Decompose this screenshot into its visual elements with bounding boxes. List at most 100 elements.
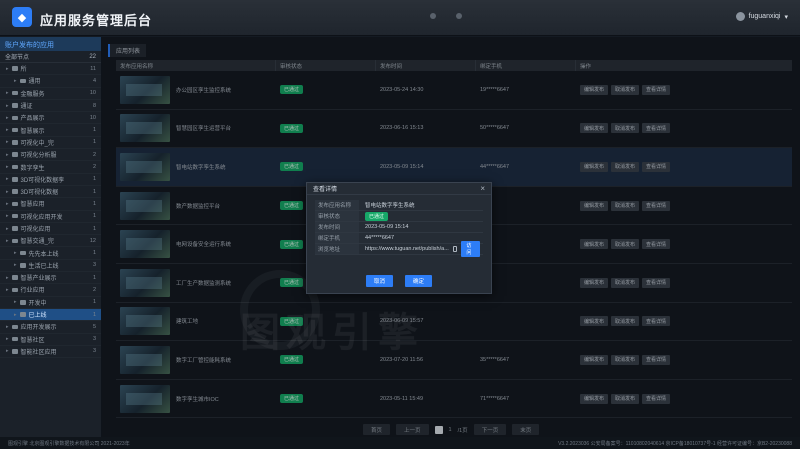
chevron-right-icon[interactable]: ▸ [6,348,9,354]
field-value: 2023-05-09 15:14 [365,224,409,230]
chevron-right-icon[interactable]: ▸ [6,201,9,207]
chevron-right-icon[interactable]: ▸ [6,66,9,72]
sidebar-item[interactable]: ▸ 智慧产业展示 1 [0,272,101,285]
sidebar-item-label: 可视化应用 [20,227,51,233]
sidebar-item-label: 3D可视化数据孪 [20,177,65,184]
sidebar-item-left: ▸ 智慧产业展示 [6,273,57,283]
close-icon[interactable]: × [480,184,485,193]
open-url-button[interactable]: 访问 [461,241,480,257]
chevron-right-icon[interactable]: ▸ [14,299,17,305]
sidebar-item[interactable]: ▸ 产品展示 10 [0,112,101,125]
chevron-right-icon[interactable]: ▸ [14,250,17,256]
sidebar-item-left: ▸ 3D可视化数据 [6,187,59,197]
chevron-right-icon[interactable]: ▸ [6,139,9,145]
modal-field-url: 浏览地址 https://www.tuguan.net/publish/a...… [315,241,483,257]
sidebar-item[interactable]: ▸ 可视化应用开发 1 [0,211,101,223]
folder-icon [11,115,18,121]
folder-icon [19,300,26,305]
folder-icon [11,213,18,219]
sidebar-item[interactable]: ▸ 可视化应用 1 [0,223,101,236]
chevron-right-icon[interactable]: ▸ [14,312,17,318]
url-text: https://www.tuguan.net/publish/a... [365,246,449,252]
chevron-right-icon[interactable]: ▸ [6,164,9,170]
sidebar-item[interactable]: ▸ 智慧展示 1 [0,124,101,137]
sidebar-item[interactable]: ▸ 生活已上线 3 [0,260,101,273]
cancel-button[interactable]: 取消 [365,275,393,287]
sidebar-item-left: ▸ 可视化分析服 [6,150,57,160]
sidebar-item[interactable]: ▸ 金融服务 10 [0,88,101,100]
sidebar-item[interactable]: ▸ 开发中 1 [0,297,101,309]
field-label: 发布应用名称 [315,200,359,210]
sidebar-item[interactable]: ▸ 行业应用 2 [0,284,101,297]
sidebar-item[interactable]: ▸ 所 11 [0,63,101,76]
app-logo-icon: ◆ [12,7,32,27]
sidebar-item-label: 通证 [20,104,33,111]
sidebar-item[interactable]: ▸ 通证 8 [0,100,101,113]
sidebar-item-left: ▸ 可视化应用 [6,224,51,234]
folder-icon [11,349,18,354]
chevron-right-icon[interactable]: ▸ [6,103,9,109]
sidebar-item-label: 所 [20,67,27,74]
chevron-right-icon[interactable]: ▸ [6,275,9,281]
chevron-right-icon[interactable]: ▸ [6,115,9,121]
sidebar-item[interactable]: ▸ 智慧应用 1 [0,198,101,211]
sidebar-all-nodes[interactable]: 全部节点 22 [0,51,101,63]
modal-field-time: 发布时间 2023-05-09 15:14 [315,222,483,233]
sidebar-item-label: 行业应用 [20,288,45,295]
sidebar-item[interactable]: ▸ 可视化分析服 2 [0,149,101,162]
sidebar-item-left: ▸ 开发中 [14,298,47,307]
sidebar-item-label: 产品展示 [20,116,45,123]
chevron-right-icon[interactable]: ▸ [6,176,9,182]
folder-icon [11,324,18,330]
sidebar-item-count: 1 [92,139,96,146]
sidebar-item-label: 可视化中_完 [20,140,54,147]
sidebar-item-label: 通用 [28,79,41,86]
chevron-right-icon[interactable]: ▸ [6,324,9,330]
folder-icon [11,152,18,157]
sidebar-item[interactable]: ▸ 可视化中_完 1 [0,137,101,150]
folder-icon [11,336,18,342]
sidebar-item-label: 3D可视化数据 [20,190,59,197]
chevron-right-icon[interactable]: ▸ [6,152,9,158]
sidebar-item-left: ▸ 应用开发展示 [6,322,57,332]
chevron-right-icon[interactable]: ▸ [6,213,9,219]
sidebar-item[interactable]: ▸ 数字孪生 2 [0,161,101,174]
sidebar-item-left: ▸ 行业应用 [6,285,45,295]
sidebar-item-label: 智慧展示 [20,128,45,135]
chevron-right-icon[interactable]: ▸ [6,226,9,232]
sidebar-item[interactable]: ▸ 3D可视化数据 1 [0,186,101,199]
sidebar-item-label: 生活已上线 [28,263,59,270]
sidebar-item-label: 先先本上线 [28,251,59,258]
sidebar-item[interactable]: ▸ 智慧交通_完 12 [0,235,101,248]
chevron-right-icon[interactable]: ▸ [6,238,9,244]
sidebar-item[interactable]: ▸ 智能社区应用 3 [0,346,101,359]
folder-icon [11,226,18,231]
sidebar-item[interactable]: ▸ 应用开发展示 5 [0,321,101,334]
chevron-right-icon[interactable]: ▸ [14,262,17,268]
sidebar-item[interactable]: ▸ 已上线 1 [0,308,101,322]
sidebar-item[interactable]: ▸ 通用 4 [0,75,101,88]
sidebar-item-count: 1 [92,274,96,281]
field-value: 已通过 [359,211,483,221]
chevron-right-icon[interactable]: ▸ [14,78,17,84]
sidebar-item-count: 1 [92,200,96,207]
folder-icon [11,189,18,194]
folder-icon [11,90,18,96]
sidebar-item-label: 智慧社区 [20,337,45,344]
chevron-right-icon[interactable]: ▸ [6,127,9,133]
sidebar-item[interactable]: ▸ 智慧社区 3 [0,334,101,346]
username: fuguanxiqi [748,13,781,20]
sidebar-item-label: 智慧产业展示 [20,276,57,283]
user-menu[interactable]: fuguanxiqi ▾ [735,12,788,21]
chevron-right-icon[interactable]: ▸ [6,90,9,96]
folder-icon [11,127,18,133]
chevron-right-icon[interactable]: ▸ [6,336,9,342]
chevron-right-icon[interactable]: ▸ [6,189,9,195]
sidebar-item-count: 1 [92,127,96,134]
sidebar-item[interactable]: ▸ 先先本上线 1 [0,247,101,260]
chevron-right-icon[interactable]: ▸ [6,287,9,293]
sidebar-item[interactable]: ▸ 3D可视化数据孪 1 [0,174,101,186]
ok-button[interactable]: 确定 [405,275,433,287]
footer-license: V3.2.2023036 公安局备案号：11010802040614 京ICP备… [558,440,792,447]
copy-icon[interactable] [452,246,458,252]
